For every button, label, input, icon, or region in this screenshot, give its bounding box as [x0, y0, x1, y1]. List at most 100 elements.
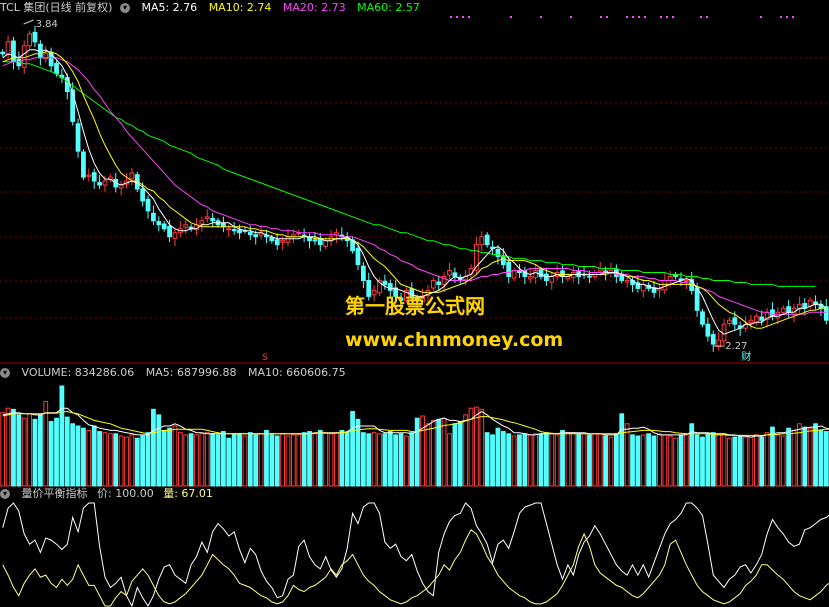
chevron-down-icon[interactable]: ▾ [0, 368, 10, 378]
volume-bar [75, 425, 81, 487]
volume-bars [0, 385, 829, 487]
volume-bar [716, 434, 722, 487]
volume-bar [307, 431, 312, 487]
watermark-title: 第一股票公式网 [345, 294, 485, 318]
volume-bar [597, 433, 603, 487]
candle-body [748, 319, 754, 324]
event-dot [666, 16, 668, 18]
volume-bar [237, 433, 242, 487]
ma20-value: MA20: 2.73 [282, 1, 346, 14]
candle-body [382, 280, 388, 285]
volume-bar [124, 436, 129, 487]
volume-bar [32, 418, 38, 487]
volume-bar [312, 433, 318, 487]
volume-bar [807, 427, 813, 487]
candle-body [667, 275, 673, 281]
volume-bar [651, 435, 657, 487]
candle-body [759, 316, 765, 321]
volume-bar [177, 432, 183, 487]
volume-bar [823, 431, 829, 487]
candle-body [151, 212, 156, 222]
volume-bar [156, 414, 162, 487]
volume-bar [5, 407, 11, 487]
candle-body [587, 275, 592, 278]
chevron-down-icon[interactable]: ▾ [119, 3, 130, 13]
candle-body [97, 182, 102, 186]
volume-bar [27, 413, 32, 487]
volume-bar [694, 434, 700, 487]
candle-body [247, 231, 253, 236]
volume-bar [140, 435, 146, 487]
candle-body [102, 180, 108, 186]
volume-bar [16, 414, 22, 487]
volume-ma5-value: MA5: 687996.88 [145, 366, 237, 379]
volume-bar [791, 429, 797, 487]
volume-bar [710, 432, 716, 487]
candle-body [204, 216, 210, 219]
candle-body [226, 228, 232, 231]
volume-bar [549, 433, 555, 487]
volume-bar [527, 434, 533, 487]
volume-bar [608, 436, 614, 487]
candle-body [732, 317, 738, 325]
volume-bar [387, 431, 393, 487]
volume-bar [441, 417, 447, 487]
watermark-url: www.chnmoney.com [345, 329, 564, 351]
candle-body [753, 315, 759, 324]
volume-bar [743, 436, 748, 487]
volume-bar [683, 433, 689, 487]
chevron-down-icon[interactable]: ▾ [0, 489, 10, 499]
candle-body [27, 33, 32, 47]
volume-bar [258, 433, 264, 487]
candle-body [199, 220, 205, 225]
volume-bar [226, 437, 232, 487]
volume-bar [581, 433, 587, 487]
event-dot [644, 16, 646, 18]
event-dot [570, 16, 572, 18]
candle-body [673, 274, 678, 277]
volume-bar [339, 429, 345, 487]
event-dot [660, 16, 662, 18]
ma60-line [2, 61, 816, 287]
candle-body [231, 229, 237, 232]
candle-body [705, 323, 711, 337]
volume-bar [592, 433, 598, 487]
volume-bar [802, 426, 808, 487]
volume-bar [646, 433, 652, 487]
volume-bar [689, 423, 695, 487]
candle-body [447, 270, 452, 276]
candle-body [86, 174, 92, 177]
volume-bar [705, 433, 711, 487]
candle-body [274, 239, 280, 246]
candle-body [140, 188, 146, 202]
volume-bar [678, 434, 684, 487]
volume-bar [0, 412, 6, 487]
event-dot [792, 16, 794, 18]
volume-bar [350, 411, 355, 487]
volume-bar [732, 436, 738, 487]
volume-bar [43, 401, 49, 487]
candle-body [145, 198, 151, 212]
volume-bar [242, 435, 248, 487]
volume-bar [317, 429, 323, 487]
volume-bar [64, 416, 70, 487]
candle-body [237, 229, 242, 234]
volume-bar [759, 436, 765, 487]
event-dot [700, 16, 702, 18]
volume-bar [576, 433, 582, 487]
candle-body [161, 223, 167, 230]
volume-bar [382, 433, 388, 487]
candle-body [323, 240, 329, 247]
event-dot [540, 16, 542, 18]
candle-body [544, 273, 549, 281]
volume-bar [102, 432, 108, 487]
volume-bar [145, 432, 151, 487]
volume-bar [727, 437, 732, 487]
indicator-volume-value: 量: 67.01 [163, 487, 213, 500]
volume-bar [247, 432, 253, 487]
volume-bar [818, 429, 824, 487]
candle-body [500, 255, 506, 266]
candle-body [775, 311, 781, 319]
candle-body [285, 236, 291, 243]
volume-bar [463, 414, 469, 487]
